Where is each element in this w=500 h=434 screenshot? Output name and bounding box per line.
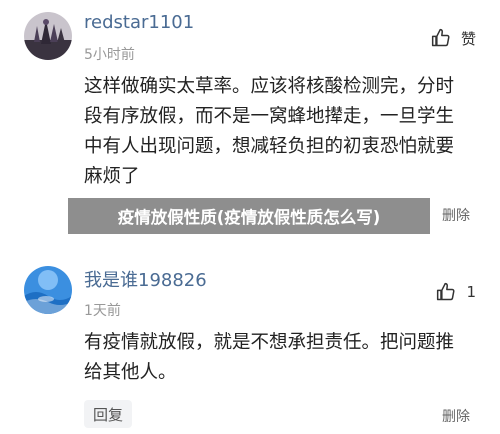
delete-button[interactable]: 删除 [442,406,470,426]
username[interactable]: 我是谁198826 [84,266,207,292]
avatar[interactable] [24,266,72,314]
comment-text: 有疫情就放假，就是不想承担责任。把问题推给其他人。 [84,332,455,383]
overlay-banner: 疫情放假性质(疫情放假性质怎么写) [68,198,430,234]
like-button[interactable]: 1 [436,280,476,304]
like-button[interactable]: 赞 [431,26,476,50]
delete-button[interactable]: 删除 [442,205,470,225]
like-label: 赞 [460,29,476,48]
thumbs-up-icon [431,28,450,47]
comment-item: redstar1101 5小时前 赞 这样做确实太草率。应该将核酸检测完，分时段… [0,0,500,224]
thumbs-up-icon [437,282,455,301]
timestamp: 5小时前 [84,47,135,63]
blue-ocean-avatar-icon [24,266,72,314]
comment-text: 这样做确实太草率。应该将核酸检测完，分时段有序放假，而不是一窝蜂地撵走，一旦学生… [84,76,455,187]
dark-flower-avatar-icon [24,12,72,60]
reply-button[interactable]: 回复 [84,400,132,428]
comment-item: 我是谁198826 1天前 1 有疫情就放假，就是不想承担责任。把问题推给其他人… [0,252,500,434]
username[interactable]: redstar1101 [84,12,194,33]
overlay-title: 疫情放假性质(疫情放假性质怎么写) [117,208,381,227]
timestamp: 1天前 [84,303,121,319]
like-count: 1 [466,283,476,301]
avatar[interactable] [24,12,72,60]
